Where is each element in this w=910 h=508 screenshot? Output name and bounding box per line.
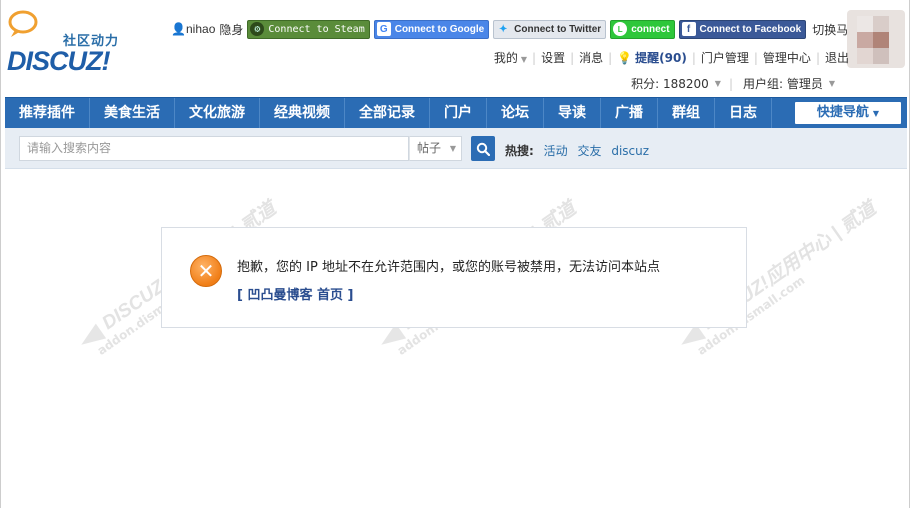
user-bar: 👤 nihao 隐身 ⚙ Connect to Steam G Connect to… <box>171 18 860 40</box>
error-message: 抱歉，您的 IP 地址不在允许范围内，或您的账号被禁用，无法访问本站点 <box>237 260 660 275</box>
hot-keyword[interactable]: 交友 <box>577 144 601 158</box>
quick-nav-button[interactable]: 快捷导航 ▼ <box>795 102 901 124</box>
search-input[interactable]: 请输入搜索内容 <box>19 136 409 161</box>
home-link[interactable]: [ 凹凸曼博客 首页 ] <box>237 284 353 303</box>
divider: | <box>532 50 537 65</box>
menu-mine-label: 我的 <box>493 51 518 65</box>
usergroup-link[interactable]: 用户组: 管理员 <box>743 75 823 92</box>
search-type-select[interactable]: 帖子 ▼ <box>409 136 462 161</box>
menu-messages[interactable]: 消息 <box>579 49 603 66</box>
steam-icon: ⚙ <box>250 22 265 36</box>
error-icon: ✕ <box>190 255 222 287</box>
menu-portal-manage[interactable]: 门户管理 <box>701 49 749 66</box>
twitter-icon: ✦ <box>498 23 508 35</box>
lightbulb-icon: 💡 <box>617 51 633 65</box>
chevron-down-icon[interactable]: ▼ <box>715 79 721 88</box>
menu-settings[interactable]: 设置 <box>541 49 565 66</box>
credits-bar: 积分: 188200 ▼ | 用户组: 管理员 ▼ <box>631 75 843 92</box>
search-button[interactable] <box>471 136 495 161</box>
user-icon: 👤 <box>171 22 186 36</box>
hot-search-label: 热搜: <box>505 144 534 158</box>
divider: | <box>608 50 613 65</box>
connect-google-button[interactable]: G Connect to Google <box>373 19 490 39</box>
message-box: ✕ 抱歉，您的 IP 地址不在允许范围内，或您的账号被禁用，无法访问本站点 [ … <box>161 227 747 328</box>
watermark-arrow-icon <box>75 323 106 352</box>
nav-item-records[interactable]: 全部记录 <box>345 97 430 129</box>
site-logo[interactable]: 社区动力 DISCUZ! <box>5 10 135 76</box>
menu-logout[interactable]: 退出 <box>825 49 849 66</box>
facebook-icon: f <box>681 22 696 36</box>
nav-item-broadcast[interactable]: 广播 <box>601 97 658 129</box>
nav-item-portal[interactable]: 门户 <box>430 97 487 129</box>
google-icon: G <box>376 22 391 36</box>
invisible-toggle[interactable]: 隐身 <box>219 21 243 38</box>
connect-facebook-button[interactable]: f Connect to Facebook <box>678 19 807 39</box>
search-type-value: 帖子 <box>417 141 442 155</box>
connect-twitter-label: Connect to Twitter <box>514 23 602 35</box>
nav-item-guide[interactable]: 导读 <box>544 97 601 129</box>
nav-item-blog[interactable]: 日志 <box>715 97 772 129</box>
connect-steam-label: Connect to Steam <box>268 23 365 35</box>
connect-facebook-label: Connect to Facebook <box>699 23 802 35</box>
nav-item-plugins[interactable]: 推荐插件 <box>5 97 90 129</box>
divider: | <box>815 50 820 65</box>
nav-item-travel[interactable]: 文化旅游 <box>175 97 260 129</box>
main-nav: 推荐插件 美食生活 文化旅游 经典视频 全部记录 门户 论坛 导读 广播 群组 … <box>5 97 907 129</box>
connect-line-button[interactable]: Lconnect <box>610 19 675 39</box>
divider: | <box>570 50 575 65</box>
hot-search: 热搜: 活动 交友 discuz <box>505 142 655 159</box>
nav-item-groups[interactable]: 群组 <box>658 97 715 129</box>
nav-item-video[interactable]: 经典视频 <box>260 97 345 129</box>
divider: | <box>728 76 733 91</box>
hot-keyword[interactable]: 活动 <box>544 144 568 158</box>
hot-keyword[interactable]: discuz <box>611 144 649 158</box>
search-bar: 请输入搜索内容 帖子 ▼ 热搜: 活动 交友 discuz <box>5 128 907 169</box>
chevron-down-icon: ▼ <box>520 55 528 64</box>
line-icon: L <box>613 22 628 36</box>
points-link[interactable]: 积分: 188200 <box>631 75 709 92</box>
search-icon <box>476 142 490 156</box>
nav-item-forum[interactable]: 论坛 <box>487 97 544 129</box>
divider: | <box>691 50 696 65</box>
caret-down-icon: ▼ <box>872 109 880 118</box>
logo-bubble-icon <box>8 10 38 37</box>
chevron-down-icon[interactable]: ▼ <box>829 79 835 88</box>
divider: | <box>753 50 758 65</box>
connect-line-label: connect <box>631 23 670 35</box>
menu-remind[interactable]: 💡 提醒(90) <box>617 49 687 66</box>
nav-item-food[interactable]: 美食生活 <box>90 97 175 129</box>
top-menu: 我的 ▼ | 设置 | 消息 | 💡 提醒(90) | 门户管理 | 管理中心 | … <box>494 49 849 66</box>
page-frame: 社区动力 DISCUZ! 👤 nihao 隐身 ⚙ Connect to Stea… <box>0 0 910 508</box>
avatar[interactable] <box>847 10 905 68</box>
connect-google-label: Connect to Google <box>394 23 485 35</box>
connect-twitter-button[interactable]: ✦ Connect to Twitter <box>493 19 607 39</box>
quick-nav-label: 快捷导航 <box>816 105 869 120</box>
menu-mine[interactable]: 我的 ▼ <box>494 49 527 66</box>
username-link[interactable]: nihao <box>186 22 215 36</box>
menu-admin-center[interactable]: 管理中心 <box>763 49 811 66</box>
menu-remind-label: 提醒(90) <box>635 51 687 65</box>
logo-en-text: DISCUZ! <box>7 46 110 76</box>
caret-down-icon: ▼ <box>449 144 456 153</box>
connect-steam-button[interactable]: ⚙ Connect to Steam <box>247 19 370 39</box>
